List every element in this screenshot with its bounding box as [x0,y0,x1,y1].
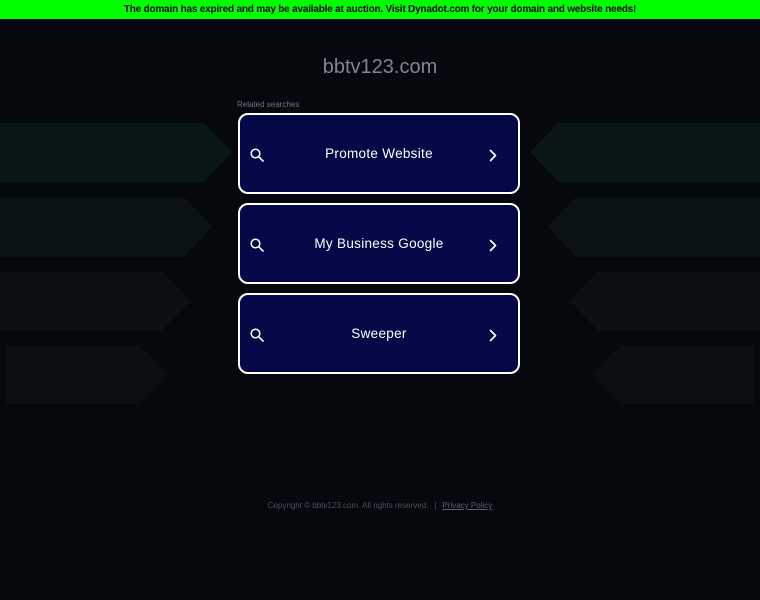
related-search-label: Sweeper [351,326,407,341]
footer-separator: | [434,501,437,510]
related-search-label: Promote Website [325,146,433,161]
bg-arrow-left-1 [0,123,232,182]
chevron-right-icon [489,239,497,252]
related-search-my-business-google[interactable]: My Business Google [238,203,520,284]
bg-arrow-right-4 [592,346,754,404]
bg-arrow-left-2 [0,197,212,257]
privacy-policy-link[interactable]: Privacy Policy [442,501,492,510]
copyright-text: Copyright © bbtv123.com. All rights rese… [267,501,429,510]
related-search-sweeper[interactable]: Sweeper [238,293,520,374]
footer: Copyright © bbtv123.com. All rights rese… [0,501,760,510]
chevron-right-icon [489,149,497,162]
related-searches-label: Related searches [237,100,300,109]
related-search-label: My Business Google [314,236,444,251]
bg-arrow-right-1 [530,123,760,182]
bg-arrow-left-3 [0,272,190,331]
bg-arrow-right-2 [548,197,760,257]
bg-arrow-left-4 [6,346,168,404]
chevron-right-icon [489,329,497,342]
domain-title: bbtv123.com [322,56,438,78]
related-search-promote-website[interactable]: Promote Website [238,113,520,194]
bg-arrow-right-3 [570,272,760,331]
